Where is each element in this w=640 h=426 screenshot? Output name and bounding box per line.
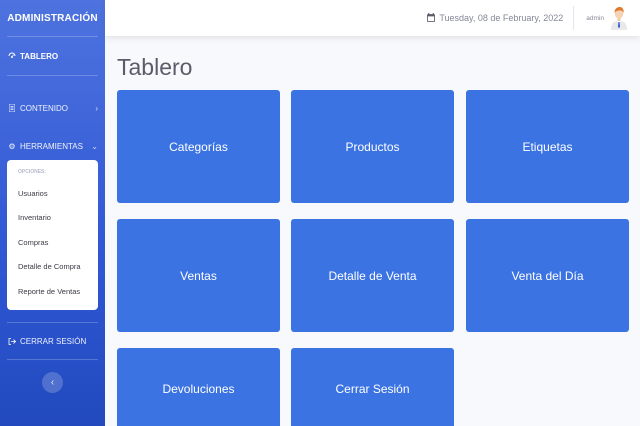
sidebar-divider xyxy=(7,75,98,76)
user-avatar-icon xyxy=(610,6,628,30)
calendar-icon xyxy=(427,12,436,24)
sidebar-item-contenido[interactable]: CONTENIDO › xyxy=(0,82,105,134)
sidebar-item-label: TABLERO xyxy=(20,51,59,61)
page-title: Tablero xyxy=(117,54,193,80)
tile-detalle-venta[interactable]: Detalle de Venta xyxy=(291,219,454,332)
topbar-divider xyxy=(573,6,575,30)
sidebar-toggle-button[interactable]: ‹ xyxy=(42,372,63,393)
logout-icon xyxy=(7,337,17,345)
herramientas-submenu: OPCIONES: Usuarios Inventario Compras De… xyxy=(7,160,98,310)
date-text: Tuesday, 08 de February, 2022 xyxy=(439,13,564,23)
gear-icon: ⚙ xyxy=(8,141,16,151)
submenu-item-compras[interactable]: Compras xyxy=(7,230,98,255)
chevron-down-icon: ⌄ xyxy=(91,141,98,151)
submenu-item-detalle-compra[interactable]: Detalle de Compra xyxy=(7,255,98,280)
sidebar-item-label: CONTENIDO xyxy=(20,103,68,113)
sidebar-brand[interactable]: ADMINISTRACIÓN xyxy=(0,0,105,36)
sidebar: ADMINISTRACIÓN TABLERO CONTENIDO › ⚙ HER… xyxy=(0,0,105,426)
submenu-item-reporte-ventas[interactable]: Reporte de Ventas xyxy=(7,279,98,304)
chevron-right-icon: › xyxy=(95,103,98,113)
logout-section: CERRAR SESIÓN xyxy=(0,322,105,360)
user-menu[interactable]: admin xyxy=(586,6,628,30)
sidebar-item-label: CERRAR SESIÓN xyxy=(20,336,87,346)
tile-etiquetas[interactable]: Etiquetas xyxy=(466,90,629,203)
user-name: admin xyxy=(586,14,604,22)
sidebar-item-herramientas[interactable]: ⚙ HERRAMIENTAS ⌄ xyxy=(0,134,105,158)
document-icon xyxy=(7,104,17,112)
topbar: Tuesday, 08 de February, 2022 admin xyxy=(105,0,640,36)
tile-venta-dia[interactable]: Venta del Día xyxy=(466,219,629,332)
sidebar-item-label: HERRAMIENTAS xyxy=(20,141,83,151)
tile-devoluciones[interactable]: Devoluciones xyxy=(117,348,280,426)
submenu-item-inventario[interactable]: Inventario xyxy=(7,206,98,231)
sidebar-item-cerrar-sesion[interactable]: CERRAR SESIÓN xyxy=(0,323,105,359)
submenu-item-usuarios[interactable]: Usuarios xyxy=(7,181,98,206)
tile-categorias[interactable]: Categorías xyxy=(117,90,280,203)
tile-productos[interactable]: Productos xyxy=(291,90,454,203)
date-display: Tuesday, 08 de February, 2022 xyxy=(427,12,564,24)
sidebar-divider xyxy=(7,359,98,360)
submenu-header: OPCIONES: xyxy=(18,169,47,175)
dashboard-icon xyxy=(7,52,17,60)
sidebar-item-tablero[interactable]: TABLERO xyxy=(0,37,105,75)
chevron-left-icon: ‹ xyxy=(50,377,55,388)
tile-ventas[interactable]: Ventas xyxy=(117,219,280,332)
tile-cerrar-sesion[interactable]: Cerrar Sesión xyxy=(291,348,454,426)
